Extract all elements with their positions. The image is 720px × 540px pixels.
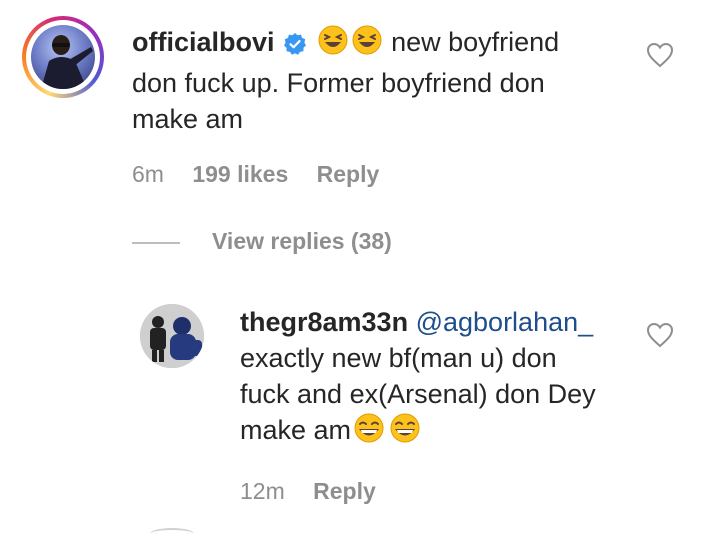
comment-meta-row: 6m 199 likes Reply — [132, 161, 379, 188]
squinting-laugh-emoji — [351, 24, 383, 65]
reply-button[interactable]: Reply — [317, 161, 380, 187]
reply-body: thegr8am33n @agborlahan_ exactly new bf(… — [240, 304, 660, 453]
reply-mention-link[interactable]: @agborlahan_ — [416, 307, 594, 337]
view-replies-label: View replies (38) — [212, 228, 392, 254]
squinting-laugh-emoji — [317, 24, 349, 65]
avatar-thegr8am33n[interactable] — [140, 304, 204, 368]
avatar-officialbovi — [31, 25, 95, 89]
reply-time: 12m — [240, 478, 285, 504]
comment-text-line2: don fuck up. Former boyfriend don — [132, 68, 545, 98]
view-replies-divider — [132, 242, 180, 244]
reply-button[interactable]: Reply — [313, 478, 376, 504]
view-replies-button[interactable]: View replies (38) — [212, 228, 392, 255]
comment-text-line3: make am — [132, 104, 244, 134]
reply-text-line2: fuck and ex(Arsenal) don Dey — [240, 379, 596, 409]
comment-text-line1: new boyfriend — [391, 27, 560, 57]
grinning-squint-emoji — [388, 412, 422, 453]
avatar-officialbovi-story-ring[interactable] — [22, 16, 104, 98]
avatar-photo-icon — [140, 304, 204, 368]
reply-meta-row: 12m Reply — [240, 478, 376, 505]
verified-badge-icon — [283, 29, 307, 65]
avatar-photo-icon — [41, 35, 93, 89]
reply-username[interactable]: thegr8am33n — [240, 307, 408, 337]
reply-text-line1: exactly new bf(man u) don — [240, 343, 557, 373]
comment-username[interactable]: officialbovi — [132, 27, 275, 57]
next-avatar-partial — [150, 528, 194, 540]
comment-time: 6m — [132, 161, 164, 187]
comment-likes-count[interactable]: 199 likes — [192, 161, 288, 187]
grinning-squint-emoji — [352, 412, 386, 453]
like-heart-icon[interactable] — [646, 42, 674, 73]
comment-body: officialbovi new boyfriend don fuck up. … — [132, 24, 672, 137]
like-heart-icon[interactable] — [646, 322, 674, 353]
reply-text-line3: make am — [240, 415, 352, 445]
